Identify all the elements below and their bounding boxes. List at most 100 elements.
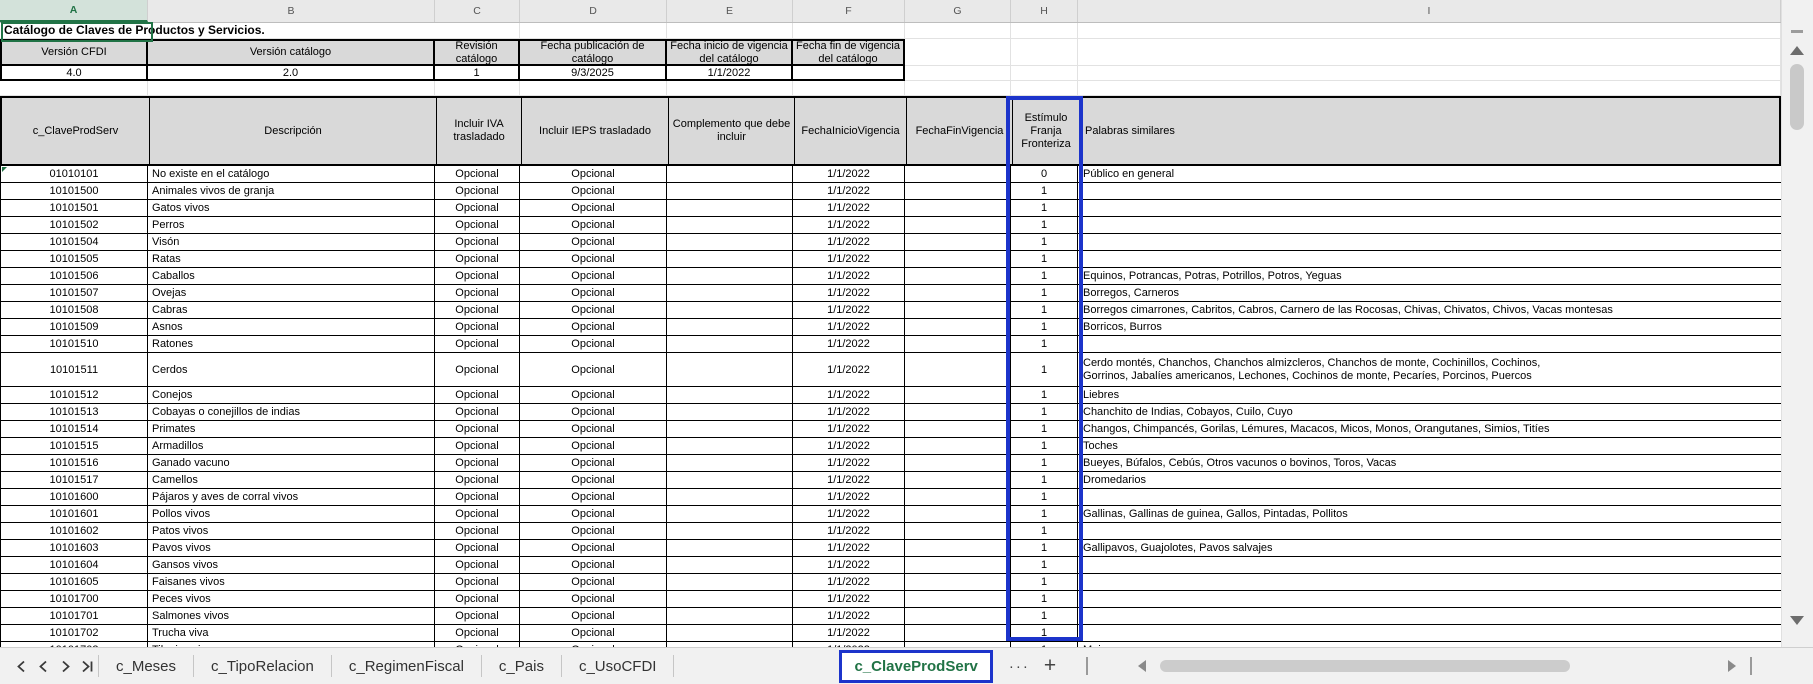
cell[interactable]: 1/1/2022 (793, 234, 905, 251)
cell[interactable]: 1 (1011, 540, 1078, 557)
cell[interactable] (905, 336, 1011, 353)
cell[interactable] (667, 319, 793, 336)
cell[interactable]: Opcional (520, 642, 667, 647)
cell[interactable]: 10101502 (0, 217, 148, 234)
cell[interactable] (905, 506, 1011, 523)
cell[interactable]: Ovejas (148, 285, 435, 302)
cell[interactable] (905, 200, 1011, 217)
cell[interactable]: Opcional (520, 574, 667, 591)
cell[interactable]: Opcional (435, 540, 520, 557)
cell[interactable]: 1/1/2022 (793, 421, 905, 438)
cell[interactable]: 10101516 (0, 455, 148, 472)
column-header-fecha-inicio-vigencia[interactable]: FechaInicioVigencia (795, 98, 907, 164)
cell[interactable]: Opcional (435, 608, 520, 625)
cell[interactable]: 1 (1011, 557, 1078, 574)
cell[interactable]: Faisanes vivos (148, 574, 435, 591)
cell[interactable] (905, 472, 1011, 489)
cell[interactable]: 1 (1011, 353, 1078, 387)
cell[interactable]: Opcional (520, 234, 667, 251)
column-header-clave[interactable]: c_ClaveProdServ (2, 98, 150, 164)
cell[interactable]: 1/1/2022 (793, 608, 905, 625)
cell[interactable]: Borricos, Burros (1078, 319, 1781, 336)
cell[interactable]: Opcional (435, 234, 520, 251)
cell[interactable] (1011, 66, 1078, 81)
cell[interactable]: 10101511 (0, 353, 148, 387)
cell[interactable]: Equinos, Potrancas, Potras, Potrillos, P… (1078, 268, 1781, 285)
cell[interactable]: Opcional (520, 557, 667, 574)
cell[interactable]: Opcional (435, 591, 520, 608)
cell[interactable]: 1/1/2022 (793, 540, 905, 557)
info-header-fecha-publicacion[interactable]: Fecha publicación de catálogo (520, 39, 667, 66)
cell[interactable]: Público en general (1078, 166, 1781, 183)
cell[interactable]: 10101505 (0, 251, 148, 268)
cell[interactable] (905, 234, 1011, 251)
cell[interactable]: Gansos vivos (148, 557, 435, 574)
cell[interactable] (905, 217, 1011, 234)
cell[interactable]: Borregos, Carneros (1078, 285, 1781, 302)
cell[interactable] (1011, 23, 1078, 39)
cell[interactable]: 10101602 (0, 523, 148, 540)
cell[interactable]: Opcional (520, 217, 667, 234)
cell[interactable]: 1/1/2022 (793, 642, 905, 647)
cell[interactable]: Opcional (435, 625, 520, 642)
cell[interactable]: Armadillos (148, 438, 435, 455)
cell[interactable] (905, 302, 1011, 319)
cell[interactable] (905, 66, 1011, 81)
cell[interactable]: 1/1/2022 (793, 625, 905, 642)
cell[interactable]: 1 (1011, 506, 1078, 523)
cell[interactable] (905, 540, 1011, 557)
cell[interactable]: Opcional (435, 166, 520, 183)
cell[interactable]: Opcional (520, 625, 667, 642)
cell[interactable]: Opcional (435, 472, 520, 489)
cell[interactable]: Visón (148, 234, 435, 251)
cell[interactable] (1078, 336, 1781, 353)
cell[interactable] (905, 183, 1011, 200)
cell[interactable]: 1/1/2022 (793, 455, 905, 472)
vertical-scrollbar-thumb[interactable] (1790, 64, 1804, 130)
tab-c_Meses[interactable]: c_Meses (99, 648, 193, 684)
cell[interactable] (667, 81, 793, 96)
cell[interactable]: 10101500 (0, 183, 148, 200)
scroll-right-icon[interactable] (1728, 660, 1736, 672)
cell[interactable]: Opcional (520, 302, 667, 319)
cell[interactable] (1078, 608, 1781, 625)
cell[interactable]: 1 (1011, 285, 1078, 302)
cell[interactable] (1078, 251, 1781, 268)
cell[interactable]: Patos vivos (148, 523, 435, 540)
info-value-fecha-inicio[interactable]: 1/1/2022 (667, 66, 793, 81)
cell[interactable]: 1 (1011, 268, 1078, 285)
cell[interactable]: Opcional (435, 319, 520, 336)
next-sheet-icon[interactable] (54, 654, 76, 678)
cell[interactable]: Opcional (435, 489, 520, 506)
cell[interactable]: 10101700 (0, 591, 148, 608)
cell[interactable]: 1 (1011, 319, 1078, 336)
cell[interactable]: 10101509 (0, 319, 148, 336)
cell[interactable] (520, 23, 667, 39)
cell[interactable] (1078, 557, 1781, 574)
cell[interactable]: Ganado vacuno (148, 455, 435, 472)
cell[interactable]: Opcional (520, 540, 667, 557)
column-header-F[interactable]: F (793, 0, 905, 22)
cell[interactable]: Opcional (435, 574, 520, 591)
cell[interactable]: 10101512 (0, 387, 148, 404)
cell[interactable] (667, 336, 793, 353)
cell[interactable] (667, 523, 793, 540)
cell[interactable] (1078, 81, 1781, 96)
cell[interactable]: 10101605 (0, 574, 148, 591)
cell[interactable] (905, 455, 1011, 472)
cell[interactable]: 1/1/2022 (793, 217, 905, 234)
cell[interactable] (905, 251, 1011, 268)
cell[interactable]: Opcional (435, 438, 520, 455)
cell[interactable]: Cabras (148, 302, 435, 319)
cell[interactable] (1011, 81, 1078, 96)
cell[interactable] (667, 472, 793, 489)
cell[interactable]: 10101501 (0, 200, 148, 217)
cell[interactable] (905, 23, 1011, 39)
cell[interactable]: 1/1/2022 (793, 319, 905, 336)
info-header-revision-catalogo[interactable]: Revisión catálogo (435, 39, 520, 66)
cell[interactable]: Opcional (520, 455, 667, 472)
cell[interactable]: 1 (1011, 336, 1078, 353)
cell[interactable]: Opcional (520, 183, 667, 200)
cell[interactable]: 1/1/2022 (793, 489, 905, 506)
info-header-fecha-fin[interactable]: Fecha fin de vigencia del catálogo (793, 39, 905, 66)
